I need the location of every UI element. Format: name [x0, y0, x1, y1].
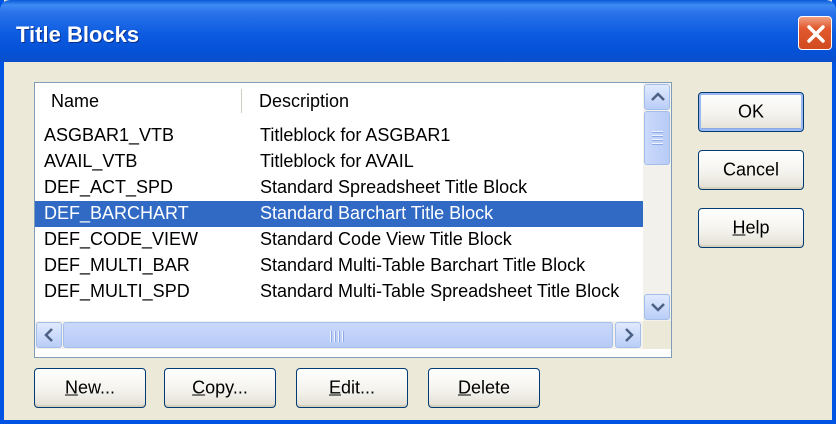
new-button-label: New... — [64, 377, 116, 398]
horizontal-scroll-thumb[interactable] — [63, 322, 613, 348]
help-button-label: Help — [732, 217, 770, 238]
vertical-scrollbar[interactable] — [643, 83, 671, 321]
scrollbar-corner — [643, 321, 671, 349]
scroll-left-arrow-icon — [44, 328, 53, 342]
scroll-right-button[interactable] — [615, 322, 641, 348]
cancel-button[interactable]: Cancel — [698, 150, 804, 190]
list-item[interactable]: AVAIL_VTB Titleblock for AVAIL — [35, 149, 643, 175]
horizontal-scrollbar[interactable] — [35, 321, 643, 349]
help-button[interactable]: Help — [698, 208, 804, 248]
list-item-description: Standard Spreadsheet Title Block — [260, 177, 528, 197]
list-item-description: Standard Multi-Table Spreadsheet Title B… — [260, 281, 620, 301]
scroll-up-arrow-icon — [651, 92, 665, 101]
title-block-list[interactable]: Name Description ASGBAR1_VTB Titleblock f… — [34, 82, 672, 358]
copy-button-label: Copy... — [192, 377, 248, 398]
title-bar[interactable]: Title Blocks — [0, 0, 836, 62]
scroll-right-arrow-icon — [625, 328, 634, 342]
delete-button-label: Delete — [457, 377, 511, 398]
edit-button-label: Edit... — [328, 377, 376, 398]
copy-button[interactable]: Copy... — [164, 368, 276, 408]
scroll-up-button[interactable] — [644, 84, 670, 110]
list-item[interactable]: ASGBAR1_VTB Titleblock for ASGBAR1 — [35, 123, 643, 149]
list-item-name: ASGBAR1_VTB — [44, 125, 175, 145]
list-item-description: Titleblock for AVAIL — [260, 151, 414, 171]
list-item-description: Titleblock for ASGBAR1 — [260, 125, 451, 145]
column-header-name[interactable]: Name — [51, 91, 99, 112]
list-item-name: DEF_BARCHART — [44, 203, 189, 223]
list-item-name: DEF_CODE_VIEW — [44, 229, 199, 249]
list-item[interactable]: DEF_BARCHART Standard Barchart Title Bloc… — [35, 201, 643, 227]
list-item-description: Standard Multi-Table Barchart Title Bloc… — [260, 255, 586, 275]
list-item-name: DEF_MULTI_SPD — [44, 281, 190, 301]
column-header-description[interactable]: Description — [259, 91, 349, 112]
list-item-name: AVAIL_VTB — [44, 151, 138, 171]
scroll-left-button[interactable] — [36, 322, 62, 348]
list-item-description: Standard Code View Title Block — [260, 229, 512, 249]
list-rows: ASGBAR1_VTB Titleblock for ASGBAR1 AVAIL_V… — [35, 123, 643, 305]
window-title: Title Blocks — [16, 22, 140, 47]
list-item-name: DEF_ACT_SPD — [44, 177, 174, 197]
scroll-down-arrow-icon — [651, 303, 665, 312]
list-item[interactable]: DEF_MULTI_SPD Standard Multi-Table Spread… — [35, 279, 643, 305]
list-item-name: DEF_MULTI_BAR — [44, 255, 190, 275]
list-item[interactable]: DEF_CODE_VIEW Standard Code View Title Bl… — [35, 227, 643, 253]
list-item[interactable]: DEF_ACT_SPD Standard Spreadsheet Title Bl… — [35, 175, 643, 201]
list-header: Name Description — [35, 83, 643, 119]
title-blocks-dialog: Title Blocks Name Description ASGBAR1_VT… — [0, 0, 836, 424]
list-item[interactable]: DEF_MULTI_BAR Standard Multi-Table Barcha… — [35, 253, 643, 279]
scroll-down-button[interactable] — [644, 294, 670, 320]
ok-button[interactable]: OK — [698, 92, 804, 132]
column-divider[interactable] — [241, 89, 245, 113]
list-item-description: Standard Barchart Title Block — [260, 203, 494, 223]
vertical-scroll-thumb[interactable] — [644, 111, 670, 165]
close-button[interactable] — [798, 16, 832, 50]
delete-button[interactable]: Delete — [428, 368, 540, 408]
new-button[interactable]: New... — [34, 368, 146, 408]
ok-button-label: OK — [737, 101, 764, 122]
close-icon — [807, 25, 825, 43]
edit-button[interactable]: Edit... — [296, 368, 408, 408]
cancel-button-label: Cancel — [722, 159, 780, 180]
